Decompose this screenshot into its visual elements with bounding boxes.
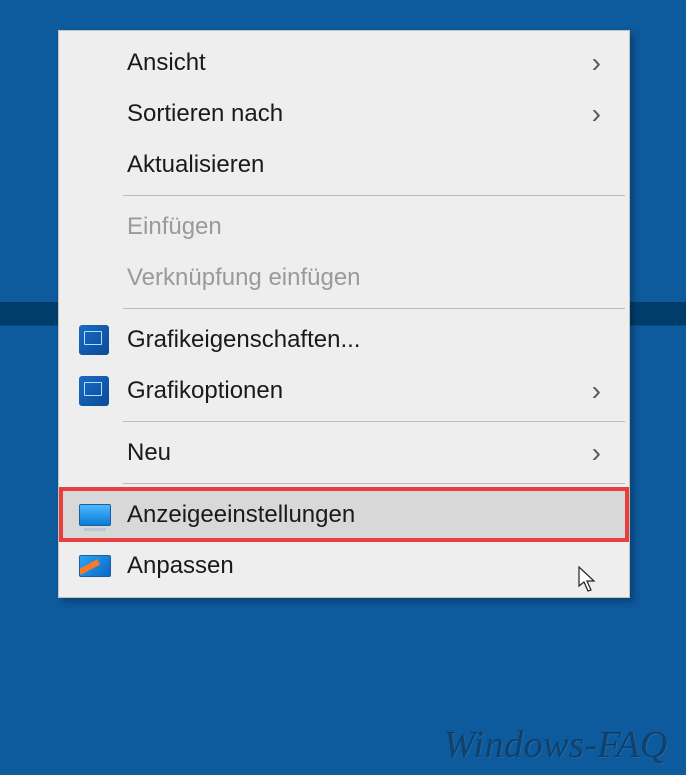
menu-separator	[123, 483, 625, 484]
menu-item-label: Sortieren nach	[127, 100, 592, 128]
menu-item-label: Einfügen	[127, 213, 607, 241]
menu-item-label: Ansicht	[127, 49, 592, 77]
menu-item-label: Neu	[127, 439, 592, 467]
desktop-context-menu: Ansicht › Sortieren nach › Aktualisieren…	[58, 30, 630, 598]
menu-item-personalize[interactable]: Anpassen	[61, 540, 627, 591]
menu-item-refresh[interactable]: Aktualisieren	[61, 139, 627, 190]
menu-separator	[123, 421, 625, 422]
menu-item-graphics-properties[interactable]: Grafikeigenschaften...	[61, 314, 627, 365]
personalize-icon	[79, 555, 111, 577]
chevron-right-icon: ›	[592, 47, 607, 79]
menu-item-display-settings[interactable]: Anzeigeeinstellungen	[61, 489, 627, 540]
display-icon	[79, 504, 111, 526]
menu-item-label: Aktualisieren	[127, 151, 607, 179]
menu-item-paste: Einfügen	[61, 201, 627, 252]
menu-item-label: Verknüpfung einfügen	[127, 264, 607, 292]
intel-graphics-icon	[79, 325, 109, 355]
menu-item-sort[interactable]: Sortieren nach ›	[61, 88, 627, 139]
intel-graphics-icon	[79, 376, 109, 406]
icon-slot	[79, 376, 127, 406]
menu-item-graphics-options[interactable]: Grafikoptionen ›	[61, 365, 627, 416]
menu-separator	[123, 308, 625, 309]
icon-slot	[79, 555, 127, 577]
icon-slot	[79, 325, 127, 355]
chevron-right-icon: ›	[592, 437, 607, 469]
chevron-right-icon: ›	[592, 375, 607, 407]
menu-item-label: Anzeigeeinstellungen	[127, 501, 607, 529]
icon-slot	[79, 504, 127, 526]
menu-separator	[123, 195, 625, 196]
menu-item-label: Grafikeigenschaften...	[127, 326, 607, 354]
chevron-right-icon: ›	[592, 98, 607, 130]
menu-item-new[interactable]: Neu ›	[61, 427, 627, 478]
menu-item-view[interactable]: Ansicht ›	[61, 37, 627, 88]
menu-item-label: Grafikoptionen	[127, 377, 592, 405]
watermark: Windows-FAQ	[444, 723, 668, 767]
menu-item-label: Anpassen	[127, 552, 607, 580]
menu-item-paste-shortcut: Verknüpfung einfügen	[61, 252, 627, 303]
